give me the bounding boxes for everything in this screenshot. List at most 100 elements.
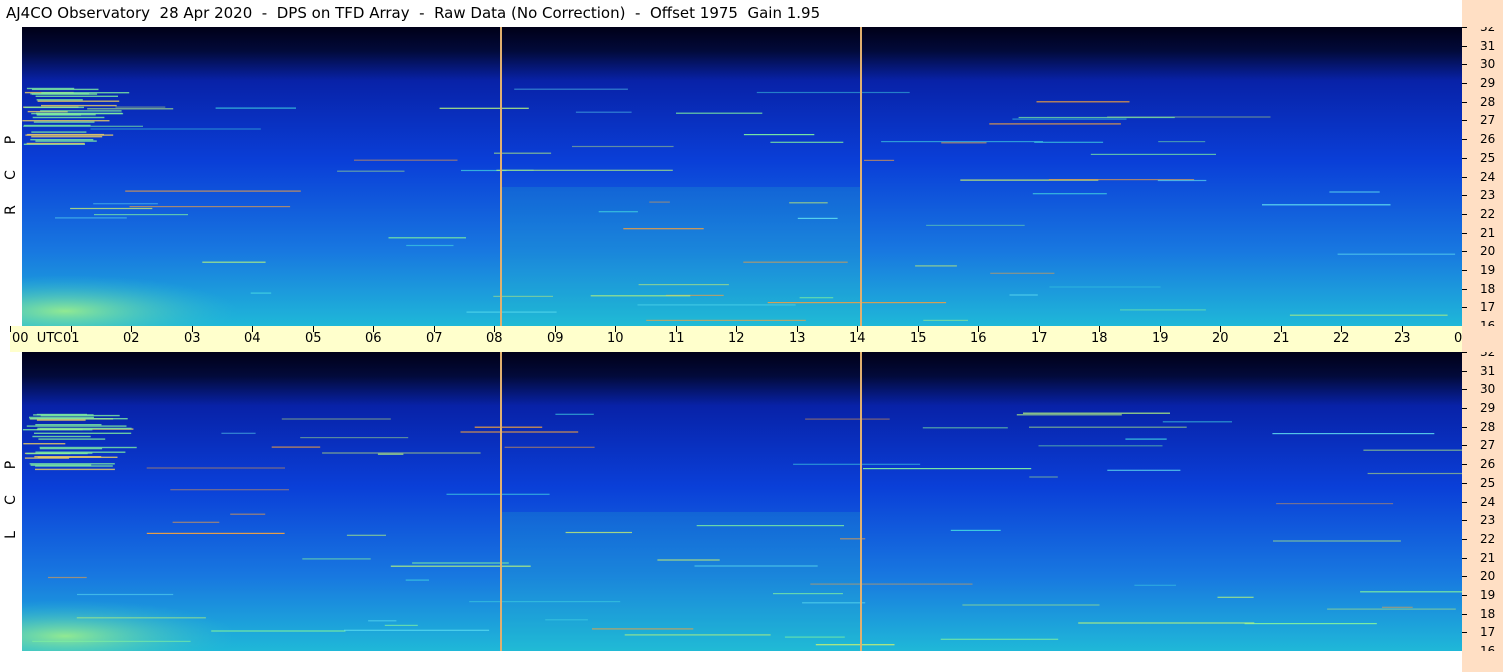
- interference-streak: [346, 534, 386, 536]
- frequency-tick: [1462, 83, 1467, 84]
- interference-streak: [221, 432, 256, 434]
- interference-streak: [29, 418, 128, 420]
- utc-tick-label: 08: [486, 331, 503, 346]
- frequency-tick-label: 17: [1480, 625, 1496, 639]
- interference-streak: [1034, 141, 1104, 143]
- marker-line: [860, 352, 862, 651]
- utc-tick-label: 07: [426, 331, 443, 346]
- interference-streak: [1367, 472, 1462, 475]
- utc-tick-label: 21: [1273, 331, 1290, 346]
- interference-streak: [230, 513, 266, 515]
- interference-streak: [55, 217, 127, 219]
- interference-streak: [48, 576, 87, 579]
- interference-streak: [1337, 253, 1456, 255]
- interference-streak: [26, 425, 127, 427]
- interference-streak: [802, 602, 866, 604]
- polarization-side-letter: C: [3, 170, 19, 180]
- frequency-tick-label: 20: [1480, 569, 1496, 583]
- frequency-tick: [1462, 558, 1467, 559]
- interference-streak: [215, 107, 296, 109]
- utc-tick-label: 17: [1031, 331, 1048, 346]
- frequency-tick: [1462, 352, 1467, 353]
- interference-streak: [474, 426, 543, 428]
- interference-streak: [881, 141, 1043, 143]
- interference-streak: [676, 112, 763, 114]
- interference-streak: [1262, 204, 1391, 206]
- utc-tick-label: 09: [547, 331, 564, 346]
- frequency-tick-label: 24: [1480, 170, 1496, 184]
- interference-streak: [799, 297, 834, 299]
- interference-streak: [494, 152, 552, 154]
- marker-line: [500, 352, 502, 651]
- interference-streak: [250, 292, 272, 294]
- interference-streak: [784, 636, 845, 638]
- utc-tick-label: 13: [789, 331, 806, 346]
- interference-streak: [22, 120, 110, 122]
- frequency-tick-label: 21: [1480, 551, 1496, 565]
- utc-tick-label: 14: [849, 331, 866, 346]
- interference-streak: [864, 159, 895, 161]
- rcp-frequency-axis: 1617181920212223242526272829303132: [1462, 21, 1503, 332]
- utc-tick-label: 16: [970, 331, 987, 346]
- interference-streak: [390, 565, 531, 567]
- frequency-tick: [1462, 307, 1467, 308]
- interference-streak: [1272, 433, 1435, 435]
- axis-corner-mid: [1462, 326, 1503, 352]
- interference-streak: [797, 217, 838, 219]
- frequency-tick: [1462, 520, 1467, 521]
- interference-streak: [34, 432, 132, 434]
- utc-tick: [10, 326, 11, 332]
- interference-streak: [1382, 606, 1413, 608]
- frequency-tick: [1462, 270, 1467, 271]
- interference-streak: [1009, 294, 1038, 296]
- interference-streak: [337, 170, 405, 172]
- interference-streak: [115, 106, 166, 108]
- interference-streak: [1012, 118, 1127, 120]
- interference-streak: [446, 493, 550, 495]
- interference-streak: [23, 124, 91, 127]
- frequency-tick-label: 27: [1480, 438, 1496, 452]
- interference-streak: [281, 418, 391, 420]
- interference-streak: [773, 593, 843, 595]
- frequency-tick: [1462, 614, 1467, 615]
- interference-streak: [743, 261, 848, 263]
- interference-streak: [32, 116, 105, 119]
- chart-title: AJ4CO Observatory 28 Apr 2020 - DPS on T…: [6, 4, 821, 22]
- interference-streak: [1036, 101, 1130, 103]
- interference-streak: [926, 224, 1025, 226]
- interference-streak: [36, 419, 86, 421]
- interference-streak: [31, 93, 98, 95]
- interference-streak: [37, 456, 118, 458]
- interference-streak: [1157, 179, 1207, 182]
- interference-streak: [31, 88, 99, 91]
- interference-streak: [388, 237, 466, 239]
- lcp-spectrogram: [22, 352, 1462, 651]
- interference-streak: [39, 447, 103, 450]
- interference-streak: [657, 559, 720, 561]
- interference-streak: [37, 100, 120, 102]
- interference-streak: [322, 452, 481, 454]
- interference-streak: [915, 265, 957, 267]
- frequency-tick-label: 22: [1480, 207, 1496, 221]
- utc-tick-label: 02: [123, 331, 140, 346]
- utc-tick-label: 03: [184, 331, 201, 346]
- interference-streak: [25, 134, 114, 136]
- interference-streak: [146, 532, 285, 534]
- interference-streak: [125, 190, 301, 192]
- frequency-tick-label: 28: [1480, 95, 1496, 109]
- interference-streak: [146, 467, 285, 469]
- frequency-tick-label: 18: [1480, 282, 1496, 296]
- frequency-tick: [1462, 427, 1467, 428]
- utc-tick-label: 20: [1212, 331, 1229, 346]
- interference-streak: [1049, 286, 1161, 288]
- interference-streak: [94, 214, 188, 216]
- interference-streak: [767, 302, 947, 304]
- interference-streak: [565, 531, 632, 534]
- interference-streak: [962, 604, 1100, 606]
- rcp-spectrogram: [22, 27, 1462, 326]
- interference-streak: [26, 142, 85, 145]
- interference-streak: [90, 128, 261, 130]
- interference-streak: [1032, 193, 1107, 195]
- utc-tick-label: 23: [1394, 331, 1411, 346]
- interference-streak: [1158, 141, 1206, 143]
